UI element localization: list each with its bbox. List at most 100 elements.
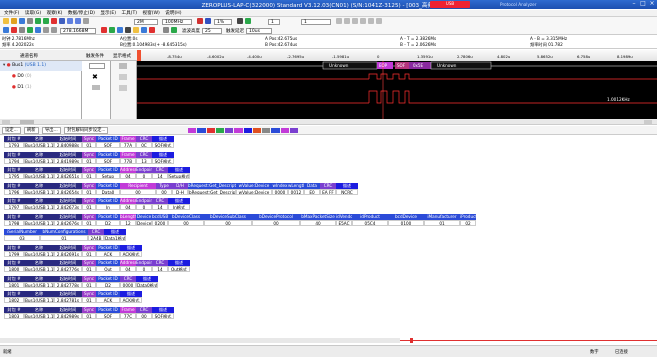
view-icon[interactable] — [43, 27, 49, 33]
open-icon[interactable] — [11, 18, 17, 24]
format-icon[interactable] — [119, 85, 127, 91]
waveform-area[interactable]: Unknown EOP SOF 0x5E Unknown 1.0012KHz — [137, 61, 657, 119]
trigger-level-icon[interactable] — [92, 85, 100, 90]
cursor-a-icon[interactable] — [336, 18, 342, 24]
save-icon[interactable] — [19, 18, 25, 24]
bookmark-icon[interactable] — [133, 27, 139, 33]
export-button[interactable]: 导出... — [42, 127, 61, 134]
zoom-icon[interactable] — [59, 18, 65, 24]
menu-help[interactable]: 说明(H) — [165, 10, 181, 17]
sample-rate-select[interactable]: 278.1668M — [60, 27, 96, 34]
tick-label: 8.1989u — [617, 54, 633, 59]
filter-chip[interactable] — [252, 128, 261, 133]
trigger-icon[interactable] — [197, 18, 203, 24]
trigger-delay-input[interactable]: 10us — [246, 27, 272, 34]
alert-icon[interactable] — [149, 27, 155, 33]
cursor-b-icon[interactable] — [344, 18, 350, 24]
maximize-icon[interactable]: □ — [640, 1, 646, 7]
packet-value-cell: 0100 — [388, 219, 424, 226]
refresh-button[interactable]: 刷新 — [24, 127, 39, 134]
menu-tools[interactable]: 工具(T) — [121, 10, 137, 17]
filter-chip[interactable] — [280, 128, 289, 133]
list-icon[interactable] — [51, 27, 57, 33]
filter-chip[interactable] — [289, 128, 298, 133]
filter-height-input[interactable]: 25 — [202, 27, 222, 34]
filter-chip[interactable] — [262, 128, 271, 133]
filter-chip[interactable] — [206, 128, 215, 133]
print-icon[interactable] — [27, 18, 33, 24]
marker-icon[interactable] — [101, 27, 107, 33]
settings-icon[interactable] — [163, 27, 169, 33]
menu-display[interactable]: 显示(E) — [100, 10, 116, 17]
trigger-select[interactable] — [89, 63, 105, 69]
zoom-out-icon[interactable] — [75, 18, 81, 24]
filter-chip[interactable] — [197, 128, 206, 133]
bus-icon[interactable] — [11, 27, 17, 33]
status-bar: 就绪 数字 已连接 — [0, 345, 657, 357]
zoom-in-icon[interactable] — [67, 18, 73, 24]
new-icon[interactable] — [3, 18, 9, 24]
menu-window[interactable]: 视窗(W) — [143, 10, 160, 17]
menu-view[interactable]: 观察(K) — [47, 10, 63, 17]
tick-label: 0 — [377, 54, 380, 59]
status-mode: 数字 — [590, 350, 599, 355]
run-icon[interactable] — [35, 18, 41, 24]
filter-chip[interactable] — [225, 128, 234, 133]
trigger-dontcare-icon[interactable]: ✖ — [92, 74, 98, 81]
trigger-count-input[interactable]: 1 — [301, 18, 331, 25]
menu-file[interactable]: 文件(F) — [4, 10, 19, 17]
play-icon[interactable] — [171, 27, 177, 33]
filter-icon[interactable] — [141, 27, 147, 33]
percent-select[interactable]: 1% — [214, 18, 232, 25]
filter-chip[interactable] — [188, 128, 197, 133]
cursor-d-icon[interactable] — [360, 18, 366, 24]
cursor-icon[interactable] — [237, 18, 243, 24]
close-icon[interactable]: × — [649, 1, 655, 7]
packet-value-cell: 03 — [4, 235, 40, 241]
scroll-left-icon[interactable] — [2, 120, 10, 124]
cursor-marker[interactable] — [137, 50, 141, 61]
channel-row-d0[interactable]: ● D0 (0) — [0, 72, 82, 82]
run-repeat-icon[interactable] — [43, 18, 49, 24]
arrow-right-icon[interactable] — [245, 18, 251, 24]
packet-list[interactable]: 封包 #1793 名称 Bus1(USB 1.1) 起始时间 2.840988s Sync… — [4, 136, 652, 330]
channel-row-d1[interactable]: ● D1 (1) — [0, 83, 82, 93]
stop-icon[interactable] — [51, 18, 57, 24]
format-icon[interactable] — [119, 74, 127, 80]
freq2-select[interactable]: 100MHz — [162, 18, 192, 25]
time-ruler[interactable]: -8.754u -4.6002u -4.400u -2.7695u -1.598… — [137, 50, 657, 61]
label-icon[interactable] — [19, 27, 25, 33]
freq-select[interactable]: 2M — [134, 18, 158, 25]
filter-chip[interactable] — [271, 128, 280, 133]
filter-chip[interactable] — [215, 128, 224, 133]
filter-chip[interactable] — [243, 128, 252, 133]
cursor-f-icon[interactable] — [376, 18, 382, 24]
fit-icon[interactable] — [83, 18, 89, 24]
filter-chip[interactable] — [234, 128, 243, 133]
packet-value-cell: NCRC — [336, 188, 358, 195]
menu-read[interactable]: 读取(G) — [25, 10, 41, 17]
channel-icon[interactable] — [3, 27, 9, 33]
expand-icon[interactable]: ▾ — [3, 63, 5, 68]
channel-row-bus1[interactable]: ▾ ● Bus1 (USB 1.1) — [0, 61, 82, 71]
format-icon[interactable] — [119, 63, 127, 69]
cursor-c-icon[interactable] — [352, 18, 358, 24]
scroll-thumb[interactable] — [20, 120, 34, 124]
decode-icon[interactable] — [35, 27, 41, 33]
scroll-right-icon[interactable] — [644, 120, 652, 124]
arrow-icon[interactable] — [205, 18, 211, 24]
marker-b-icon[interactable] — [117, 27, 123, 33]
minimize-icon[interactable]: – — [631, 1, 637, 7]
toolbar-secondary: 278.1668M 滤波高度 25 触发延迟 10us — [0, 26, 657, 35]
settings-button[interactable]: 设定... — [2, 127, 21, 134]
tick-label: 4.802u — [497, 54, 511, 59]
trigger-level-input[interactable]: 1 — [268, 18, 280, 25]
menu-data[interactable]: 数据/停止(D) — [68, 10, 95, 17]
search-icon[interactable] — [125, 27, 131, 33]
packet-value-cell: 14 — [152, 266, 168, 272]
cursor-e-icon[interactable] — [368, 18, 374, 24]
marker-g-icon[interactable] — [109, 27, 115, 33]
horizontal-scrollbar[interactable] — [0, 119, 657, 125]
group-icon[interactable] — [27, 27, 33, 33]
sync-settings-button[interactable]: 封包解码同步设定... — [64, 127, 109, 134]
